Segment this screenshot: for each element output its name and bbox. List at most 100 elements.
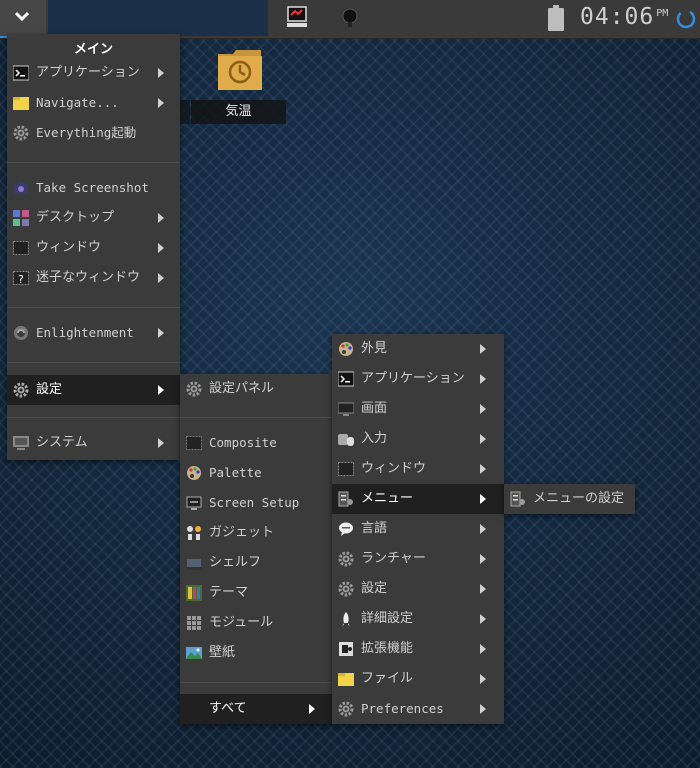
menu-item-gadgets[interactable]: ガジェット <box>180 518 332 548</box>
menu-item-applications[interactable]: アプリケーション <box>7 58 180 88</box>
menu-item-label: Screen Setup <box>209 495 300 510</box>
chevron-right-icon <box>480 554 486 564</box>
palette-icon <box>187 466 201 480</box>
menu-item-extensions[interactable]: 拡張機能 <box>332 634 504 664</box>
menu-item-language[interactable]: 言語 <box>332 514 504 544</box>
menu-item-config[interactable]: 設定 <box>332 574 504 604</box>
menu-item-label: Everything起動 <box>36 125 137 140</box>
clock-ampm: PM <box>656 8 669 19</box>
camera-icon <box>14 182 28 194</box>
menu-item-launcher[interactable]: ランチャー <box>332 544 504 574</box>
menu-item-label: すべて <box>209 701 247 716</box>
menu-item-desktop[interactable]: デスクトップ <box>7 203 180 233</box>
enlightenment-logo-icon <box>14 326 28 340</box>
chevron-right-icon <box>480 704 486 714</box>
menu-item-label: 画面 <box>361 401 388 416</box>
chevron-right-icon <box>158 438 164 448</box>
composite-icon <box>186 436 202 450</box>
desktop-pager[interactable] <box>48 0 268 36</box>
clock[interactable]: 04:06 PM <box>580 4 668 30</box>
shelf-icon <box>187 559 201 570</box>
mouse-icon <box>338 434 354 446</box>
menu-item-label: 壁紙 <box>209 645 236 660</box>
battery-icon[interactable] <box>547 5 565 32</box>
menu-item-label: ファイル <box>361 671 414 686</box>
menu-item-theme[interactable]: テーマ <box>180 578 332 608</box>
menu-item-label: 迷子なウィンドウ <box>36 270 141 285</box>
menu-item-label: アプリケーション <box>36 65 140 80</box>
gear-icon <box>13 125 29 141</box>
chevron-right-icon <box>158 243 164 253</box>
menu-item-preferences[interactable]: Preferences <box>332 694 504 724</box>
menu-item-system[interactable]: システム <box>7 428 180 458</box>
window-icon <box>13 241 29 255</box>
rocket-icon <box>342 612 350 626</box>
chevron-right-icon <box>480 434 486 444</box>
chevron-right-icon <box>480 674 486 684</box>
menu-item-label: ガジェット <box>209 525 275 540</box>
menu-item-label: 詳細設定 <box>361 611 414 626</box>
desktop-grid-icon <box>13 210 29 226</box>
chevron-right-icon <box>480 644 486 654</box>
menu-item-menu[interactable]: メニュー <box>332 484 504 514</box>
menu-item-modules[interactable]: モジュール <box>180 608 332 638</box>
menu-item-apps[interactable]: アプリケーション <box>332 364 504 394</box>
gear-icon <box>13 382 29 398</box>
wallpaper-icon <box>186 647 202 659</box>
chevron-down-icon <box>15 11 29 22</box>
menu-item-enlightenment[interactable]: Enlightenment <box>7 318 180 348</box>
screen-setup-icon <box>186 496 202 510</box>
main-menu: メイン アプリケーション Navigate... Everything起動 Ta… <box>7 34 180 460</box>
menu-item-take-screenshot[interactable]: Take Screenshot <box>7 173 180 203</box>
menu-item-label: テーマ <box>209 585 249 600</box>
menu-item-navigate[interactable]: Navigate... <box>7 88 180 118</box>
menu-item-everything[interactable]: Everything起動 <box>7 118 180 148</box>
menu-item-label: シェルフ <box>209 555 262 570</box>
chevron-right-icon <box>158 213 164 223</box>
desktop-icon-label[interactable]: 気温 <box>191 100 286 124</box>
menu-item-all[interactable]: すべて <box>180 694 332 724</box>
power-icon[interactable] <box>676 9 696 29</box>
menu-item-window[interactable]: ウィンドウ <box>332 454 504 484</box>
question-window-icon: ? <box>13 271 29 286</box>
chevron-right-icon <box>480 404 486 414</box>
gear-icon <box>338 551 354 567</box>
menu-item-palette[interactable]: Palette <box>180 458 332 488</box>
chevron-right-icon <box>480 344 486 354</box>
monitor-icon <box>13 436 29 450</box>
menu-item-look[interactable]: 外見 <box>332 334 504 364</box>
menu-item-label: Navigate... <box>36 95 119 110</box>
pager-active-desk[interactable] <box>48 0 103 36</box>
menu-item-lost-windows[interactable]: ? 迷子なウィンドウ <box>7 263 180 293</box>
menu-item-screen[interactable]: 画面 <box>332 394 504 424</box>
menu-item-menu-settings[interactable]: メニューの設定 <box>504 484 635 514</box>
menu-item-settings[interactable]: 設定 <box>7 375 180 405</box>
mixer-icon[interactable] <box>342 8 358 28</box>
folder-clock-icon[interactable] <box>217 48 263 92</box>
menu-item-settings-panel[interactable]: 設定パネル <box>180 374 332 404</box>
menu-settings-icon <box>338 491 353 507</box>
menu-item-screen-setup[interactable]: Screen Setup <box>180 488 332 518</box>
menu-item-label: 外見 <box>361 341 388 356</box>
folder-icon <box>13 97 29 110</box>
start-menu-button[interactable] <box>0 0 46 38</box>
folder-icon <box>338 673 354 686</box>
menu-item-composite[interactable]: Composite <box>180 428 332 458</box>
menu-item-shelves[interactable]: シェルフ <box>180 548 332 578</box>
menu-item-input[interactable]: 入力 <box>332 424 504 454</box>
menu-item-label: システム <box>36 435 88 450</box>
menu-item-files[interactable]: ファイル <box>332 664 504 694</box>
menu-item-label: メニュー <box>361 491 414 506</box>
chevron-right-icon <box>480 494 486 504</box>
menu-item-label: ウィンドウ <box>36 240 102 255</box>
chevron-right-icon <box>309 704 315 714</box>
terminal-icon <box>338 371 354 387</box>
menu-item-advanced[interactable]: 詳細設定 <box>332 604 504 634</box>
gear-icon <box>186 381 202 397</box>
menu-separator <box>7 362 180 363</box>
gadget-icon <box>187 526 201 540</box>
menu-item-windows[interactable]: ウィンドウ <box>7 233 180 263</box>
menu-item-wallpaper[interactable]: 壁紙 <box>180 638 332 668</box>
screenshot-tray-icon[interactable] <box>286 5 308 29</box>
menu-item-label: モジュール <box>209 615 274 630</box>
